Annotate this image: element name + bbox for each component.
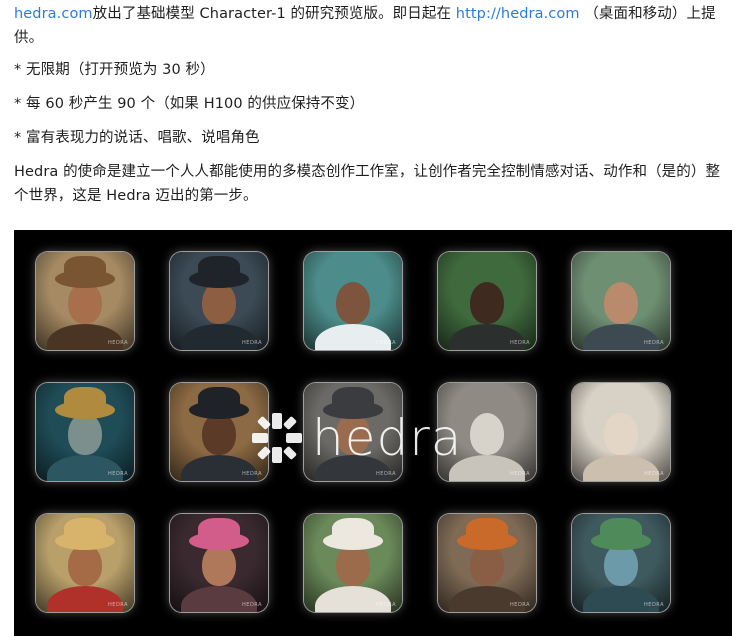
watermark-tag: HEDRA — [376, 340, 396, 346]
green-backdrop-portrait: HEDRA — [438, 252, 536, 350]
portrait-shoulders — [181, 455, 257, 481]
portrait-headwear-brim — [189, 532, 249, 550]
watermark-tag: HEDRA — [510, 602, 530, 608]
mountain-man-portrait: HEDRA — [572, 252, 670, 350]
portrait-shoulders — [583, 455, 659, 481]
intro-text: 放出了基础模型 Character-1 的研究预览版。即日起在 — [92, 6, 456, 22]
bullet-item: * 无限期（打开预览为 30 秒） — [14, 62, 215, 78]
portrait-face — [68, 544, 102, 586]
portrait-shoulders — [315, 586, 391, 612]
headscarf-man-portrait: HEDRA — [304, 514, 402, 612]
hedra-logo: hedra — [250, 408, 462, 468]
portrait-headwear-brim — [189, 401, 249, 419]
portrait-headwear-brim — [189, 270, 249, 288]
watermark-tag: HEDRA — [242, 471, 262, 477]
hedra-showcase-image: HEDRA HEDRA HEDRA HEDRA HEDRA HEDRA HEDRA HEDRA… — [14, 230, 732, 636]
portrait-face — [604, 282, 638, 324]
portrait-headwear-brim — [323, 532, 383, 550]
portrait-face — [202, 413, 236, 455]
portrait-face — [604, 544, 638, 586]
portrait-face — [470, 544, 504, 586]
portrait-shoulders — [315, 324, 391, 350]
portrait-headwear-brim — [457, 532, 517, 550]
watermark-tag: HEDRA — [644, 471, 664, 477]
bullet-item: * 富有表现力的说话、唱歌、说唱角色 — [14, 130, 260, 146]
article-body: hedra.com放出了基础模型 Character-1 的研究预览版。即日起在… — [14, 2, 732, 218]
mission-paragraph: Hedra 的使命是建立一个人人都能使用的多模态创作工作室，让创作者完全控制情感… — [14, 164, 721, 204]
watermark-tag: HEDRA — [644, 340, 664, 346]
portrait-shoulders — [583, 324, 659, 350]
watermark-tag: HEDRA — [644, 602, 664, 608]
flower-hat-woman-portrait: HEDRA — [36, 514, 134, 612]
portrait-face — [68, 413, 102, 455]
watermark-tag: HEDRA — [108, 602, 128, 608]
portrait-shoulders — [181, 324, 257, 350]
hedra-link[interactable]: hedra.com — [14, 6, 93, 22]
portrait-shoulders — [449, 586, 525, 612]
sketch-woman-portrait: HEDRA — [572, 383, 670, 481]
portrait-face — [336, 282, 370, 324]
portrait-headwear-brim — [55, 401, 115, 419]
portrait-shoulders — [449, 324, 525, 350]
water-splash-portrait: HEDRA — [304, 252, 402, 350]
portrait-headwear-brim — [55, 532, 115, 550]
portrait-shoulders — [47, 455, 123, 481]
hedra-logo-text: hedra — [312, 409, 463, 467]
portrait-shoulders — [47, 586, 123, 612]
hedra-url-link[interactable]: http://hedra.com — [456, 6, 580, 22]
portrait-headwear-brim — [55, 270, 115, 288]
portrait-shoulders — [181, 586, 257, 612]
warrior-woman-portrait: HEDRA — [438, 514, 536, 612]
watermark-tag: HEDRA — [242, 602, 262, 608]
watermark-tag: HEDRA — [376, 602, 396, 608]
sea-god-portrait: HEDRA — [36, 383, 134, 481]
portrait-shoulders — [583, 586, 659, 612]
watermark-tag: HEDRA — [108, 340, 128, 346]
flower-crown-woman-portrait: HEDRA — [170, 514, 268, 612]
portrait-face — [470, 282, 504, 324]
portrait-headwear-brim — [591, 532, 651, 550]
cowboy-portrait: HEDRA — [36, 252, 134, 350]
cap-man-portrait: HEDRA — [170, 252, 268, 350]
watermark-tag: HEDRA — [108, 471, 128, 477]
portrait-face — [202, 544, 236, 586]
watermark-tag: HEDRA — [510, 340, 530, 346]
hedra-logo-icon — [252, 413, 302, 463]
intro-paragraph: hedra.com放出了基础模型 Character-1 的研究预览版。即日起在… — [14, 2, 732, 50]
elf-portrait: HEDRA — [572, 514, 670, 612]
watermark-tag: HEDRA — [510, 471, 530, 477]
portrait-shoulders — [47, 324, 123, 350]
portrait-face — [68, 282, 102, 324]
portrait-face — [202, 282, 236, 324]
portrait-face — [470, 413, 504, 455]
bullet-item: * 每 60 秒产生 90 个（如果 H100 的供应保持不变） — [14, 96, 365, 112]
portrait-face — [604, 413, 638, 455]
portrait-face — [336, 544, 370, 586]
watermark-tag: HEDRA — [376, 471, 396, 477]
watermark-tag: HEDRA — [242, 340, 262, 346]
